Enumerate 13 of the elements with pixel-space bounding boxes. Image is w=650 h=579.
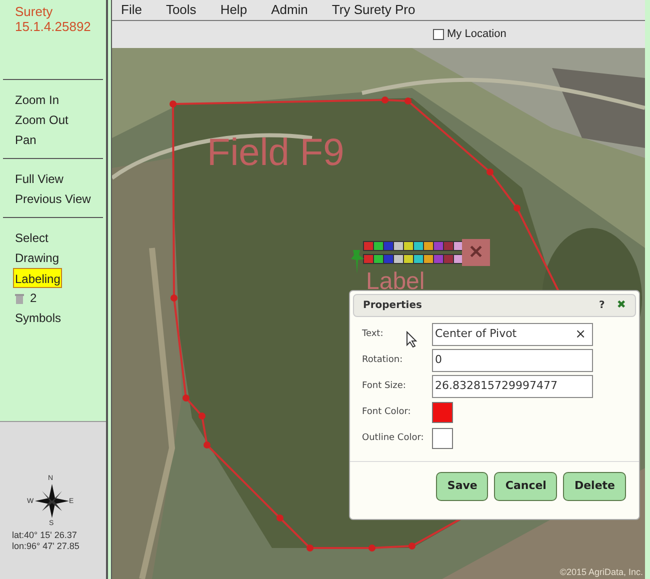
field-label: Field F9 [207,133,344,173]
field-label: Font Color: [362,406,411,419]
longitude-text: lon:96° 47' 27.85 [11,541,80,552]
version-number: 15.1.4.25892 [15,19,91,34]
field-label: Rotation: [362,354,403,367]
field-label: Outline Color: [362,432,424,445]
label-text: Label [366,270,425,294]
field-label: Font Size: [362,380,406,393]
app-name: Surety [15,4,54,19]
field-label: Text: [362,328,384,341]
latitude-text: lat:40° 15' 26.37 [11,530,77,541]
copyright-text: ©2015 AgriData, Inc. [560,566,643,579]
dialog-title: Properties [363,299,423,313]
